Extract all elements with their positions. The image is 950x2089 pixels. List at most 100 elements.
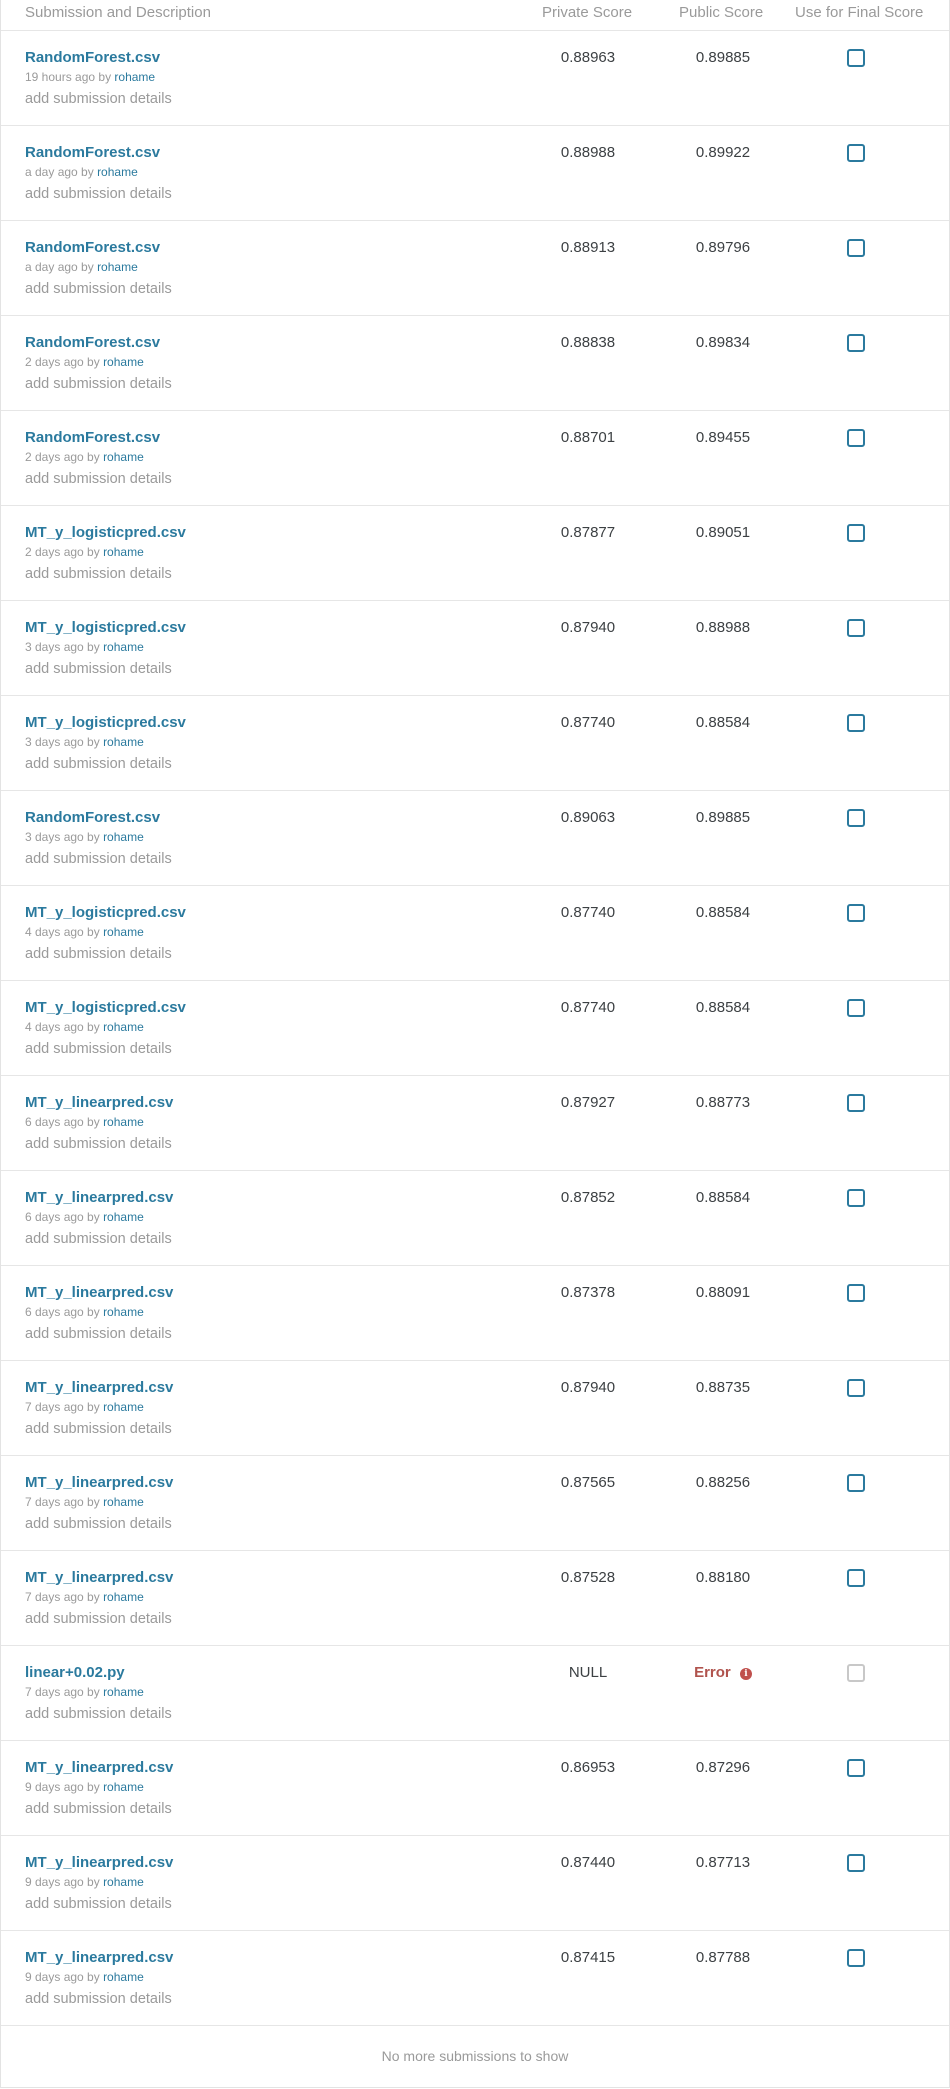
final-score-checkbox[interactable] (847, 714, 865, 732)
submission-row: RandomForest.csv 2 days ago by rohame ad… (1, 316, 949, 411)
final-score-checkbox[interactable] (847, 904, 865, 922)
final-score-checkbox[interactable] (847, 49, 865, 67)
final-score-checkbox[interactable] (847, 1474, 865, 1492)
submission-author-link[interactable]: rohame (103, 640, 144, 654)
final-score-checkbox[interactable] (847, 1759, 865, 1777)
submission-author-link[interactable]: rohame (103, 1400, 144, 1414)
submission-author-link[interactable]: rohame (97, 260, 138, 274)
submission-author-link[interactable]: rohame (103, 1590, 144, 1604)
submission-file-link[interactable]: MT_y_logisticpred.csv (25, 619, 186, 636)
submission-author-link[interactable]: rohame (103, 1115, 144, 1129)
submission-file-link[interactable]: MT_y_linearpred.csv (25, 1569, 173, 1586)
final-score-checkbox[interactable] (847, 524, 865, 542)
submission-file-link[interactable]: RandomForest.csv (25, 334, 160, 351)
add-details-link[interactable]: add submission details (25, 1706, 172, 1722)
submission-author-link[interactable]: rohame (103, 355, 144, 369)
final-score-checkbox[interactable] (847, 809, 865, 827)
add-details-link[interactable]: add submission details (25, 1421, 172, 1437)
add-details-link[interactable]: add submission details (25, 756, 172, 772)
submission-author-link[interactable]: rohame (103, 1685, 144, 1699)
submission-author-link[interactable]: rohame (103, 1020, 144, 1034)
submission-author-link[interactable]: rohame (103, 1495, 144, 1509)
submission-file-link[interactable]: MT_y_linearpred.csv (25, 1759, 173, 1776)
add-details-link[interactable]: add submission details (25, 1326, 172, 1342)
add-details-link[interactable]: add submission details (25, 1896, 172, 1912)
submission-author-link[interactable]: rohame (103, 1875, 144, 1889)
add-details-link[interactable]: add submission details (25, 1611, 172, 1627)
submission-author-link[interactable]: rohame (103, 545, 144, 559)
add-details-link[interactable]: add submission details (25, 376, 172, 392)
public-score: 0.88773 (673, 1094, 773, 1111)
submissions-table: Submission and Description Private Score… (0, 0, 950, 2088)
submission-file-link[interactable]: RandomForest.csv (25, 429, 160, 446)
add-details-link[interactable]: add submission details (25, 281, 172, 297)
submission-row: RandomForest.csv a day ago by rohame add… (1, 221, 949, 316)
add-details-link[interactable]: add submission details (25, 1801, 172, 1817)
add-details-link[interactable]: add submission details (25, 1041, 172, 1057)
final-score-checkbox[interactable] (847, 239, 865, 257)
submission-file-link[interactable]: RandomForest.csv (25, 809, 160, 826)
submission-file-link[interactable]: MT_y_linearpred.csv (25, 1854, 173, 1871)
submission-file-link[interactable]: RandomForest.csv (25, 49, 160, 66)
submission-file-link[interactable]: MT_y_linearpred.csv (25, 1189, 173, 1206)
public-score: 0.89885 (673, 49, 773, 66)
add-details-link[interactable]: add submission details (25, 851, 172, 867)
submission-author-link[interactable]: rohame (103, 1970, 144, 1984)
final-score-checkbox[interactable] (847, 1284, 865, 1302)
submission-author-link[interactable]: rohame (103, 925, 144, 939)
public-score: 0.88091 (673, 1284, 773, 1301)
final-score-checkbox[interactable] (847, 1094, 865, 1112)
add-details-link[interactable]: add submission details (25, 566, 172, 582)
header-private-score[interactable]: Private Score (542, 4, 632, 21)
add-details-link[interactable]: add submission details (25, 661, 172, 677)
final-score-checkbox[interactable] (847, 999, 865, 1017)
final-score-checkbox[interactable] (847, 429, 865, 447)
private-score: 0.87940 (560, 1379, 616, 1396)
submission-meta: 7 days ago by rohame (25, 1400, 144, 1414)
add-details-link[interactable]: add submission details (25, 471, 172, 487)
submission-file-link[interactable]: MT_y_linearpred.csv (25, 1094, 173, 1111)
add-details-link[interactable]: add submission details (25, 946, 172, 962)
private-score: 0.87852 (560, 1189, 616, 1206)
submission-author-link[interactable]: rohame (103, 830, 144, 844)
final-score-checkbox[interactable] (847, 1949, 865, 1967)
final-score-checkbox[interactable] (847, 1569, 865, 1587)
submission-file-link[interactable]: MT_y_logisticpred.csv (25, 524, 186, 541)
public-score-value: 0.88256 (695, 1474, 751, 1491)
final-score-checkbox[interactable] (847, 1854, 865, 1872)
submission-author-link[interactable]: rohame (97, 165, 138, 179)
final-score-checkbox[interactable] (847, 1189, 865, 1207)
add-details-link[interactable]: add submission details (25, 91, 172, 107)
submission-author-link[interactable]: rohame (103, 1210, 144, 1224)
final-score-checkbox[interactable] (847, 619, 865, 637)
public-score: 0.89834 (673, 334, 773, 351)
submission-file-link[interactable]: linear+0.02.py (25, 1664, 125, 1681)
header-public-score[interactable]: Public Score (679, 4, 763, 21)
submission-author-link[interactable]: rohame (103, 1305, 144, 1319)
submission-file-link[interactable]: MT_y_linearpred.csv (25, 1379, 173, 1396)
add-details-link[interactable]: add submission details (25, 186, 172, 202)
submission-file-link[interactable]: MT_y_linearpred.csv (25, 1474, 173, 1491)
submission-file-link[interactable]: MT_y_logisticpred.csv (25, 714, 186, 731)
submission-author-link[interactable]: rohame (103, 450, 144, 464)
submission-file-link[interactable]: MT_y_logisticpred.csv (25, 904, 186, 921)
info-circle-icon[interactable]: i (739, 1668, 752, 1680)
submission-time: 4 days ago by (25, 1020, 100, 1034)
submission-author-link[interactable]: rohame (103, 1780, 144, 1794)
submission-file-link[interactable]: RandomForest.csv (25, 239, 160, 256)
add-details-link[interactable]: add submission details (25, 1991, 172, 2007)
submission-author-link[interactable]: rohame (114, 70, 155, 84)
add-details-link[interactable]: add submission details (25, 1136, 172, 1152)
final-score-checkbox[interactable] (847, 334, 865, 352)
final-score-checkbox (847, 1664, 865, 1682)
add-details-link[interactable]: add submission details (25, 1231, 172, 1247)
submission-file-link[interactable]: MT_y_linearpred.csv (25, 1949, 173, 1966)
submission-file-link[interactable]: MT_y_logisticpred.csv (25, 999, 186, 1016)
submission-file-link[interactable]: MT_y_linearpred.csv (25, 1284, 173, 1301)
public-score-value: 0.87296 (695, 1759, 751, 1776)
submission-author-link[interactable]: rohame (103, 735, 144, 749)
submission-file-link[interactable]: RandomForest.csv (25, 144, 160, 161)
add-details-link[interactable]: add submission details (25, 1516, 172, 1532)
final-score-checkbox[interactable] (847, 144, 865, 162)
final-score-checkbox[interactable] (847, 1379, 865, 1397)
